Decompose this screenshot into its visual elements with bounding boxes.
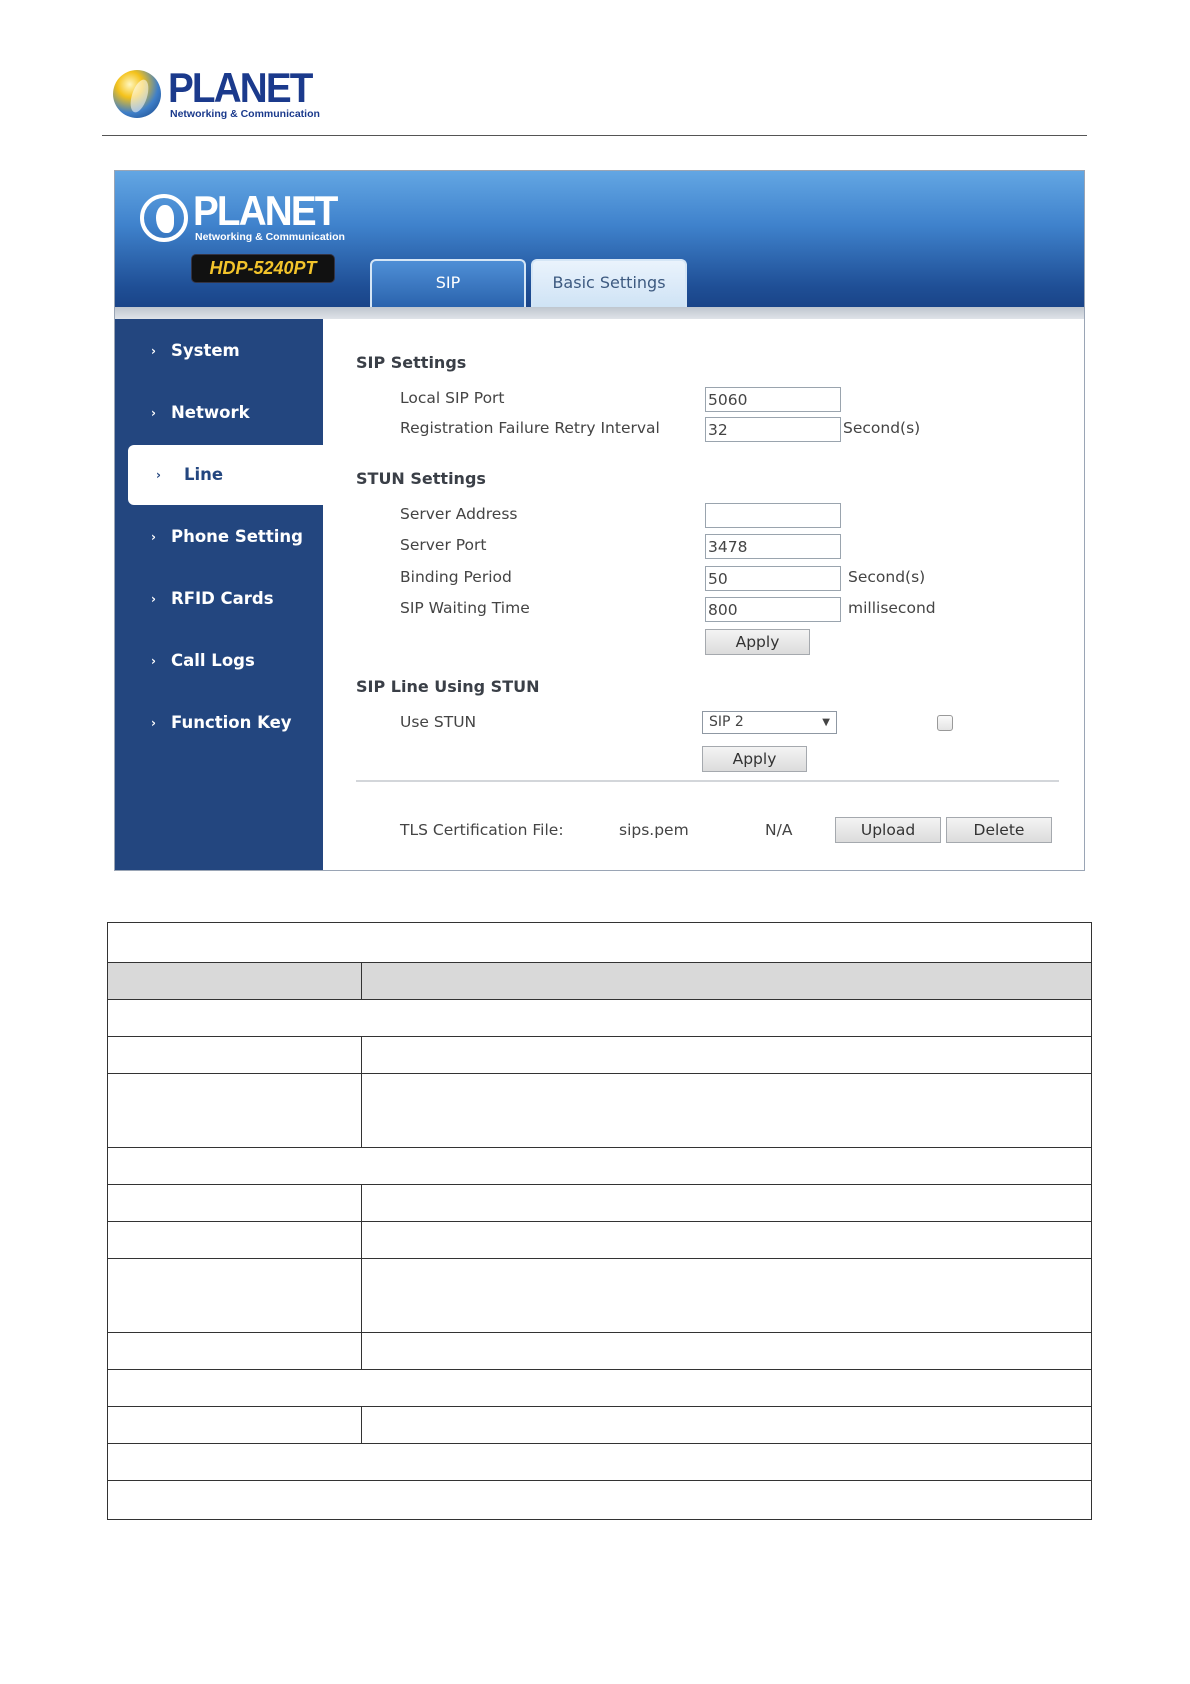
stun-settings-title: STUN Settings [356,469,486,488]
sip-settings-title: SIP Settings [356,353,467,372]
table-row [108,1333,1091,1370]
sidebar-item-function-key[interactable]: › Function Key [115,693,323,753]
server-port-input[interactable] [705,534,841,559]
delete-button[interactable]: Delete [946,817,1052,843]
sidebar-item-network[interactable]: › Network [115,383,323,443]
chevron-right-icon: › [151,716,156,730]
chevron-right-icon: › [151,530,156,544]
ui-tagline: Networking & Communication [195,231,345,243]
tab-basic-settings[interactable]: Basic Settings [531,259,687,307]
table-section-row [108,1000,1091,1037]
web-ui-screenshot: PLANET Networking & Communication HDP-52… [114,170,1085,871]
ui-logo: PLANET Networking & Communication [140,187,345,247]
chevron-right-icon: › [156,468,161,482]
parameter-table [107,922,1092,1520]
sip-line-select[interactable]: SIP 2 ▼ [702,711,837,734]
dropdown-arrow-icon: ▼ [822,717,830,728]
upload-button[interactable]: Upload [835,817,941,843]
table-row [108,1074,1091,1148]
retry-interval-label: Registration Failure Retry Interval [400,419,660,437]
sidebar-item-rfid-cards[interactable]: › RFID Cards [115,569,323,629]
table-row [108,1037,1091,1074]
binding-period-unit: Second(s) [848,568,926,586]
sidebar-item-line[interactable]: › Line [128,445,323,505]
table-section-row [108,1481,1091,1519]
sidebar: › System › Network › Line › Phone Setting › R… [115,319,323,870]
tls-cert-label: TLS Certification File: [400,821,564,839]
sip-waiting-time-label: SIP Waiting Time [400,599,530,617]
chevron-right-icon: › [151,592,156,606]
table-row [108,1222,1091,1259]
use-stun-label: Use STUN [400,713,477,731]
tls-cert-status: N/A [765,821,793,839]
table-title-row [108,923,1091,963]
local-sip-port-input[interactable] [705,387,841,412]
sidebar-item-call-logs[interactable]: › Call Logs [115,631,323,691]
use-stun-checkbox[interactable] [937,715,953,731]
table-row [108,1407,1091,1444]
ui-brand: PLANET [193,187,338,234]
document-tagline: Networking & Communication [170,108,320,120]
sip-waiting-time-unit: millisecond [848,599,936,617]
planet-logo-icon [140,194,188,242]
sidebar-item-phone-setting[interactable]: › Phone Setting [115,507,323,567]
globe-icon [113,70,161,118]
document-logo: PLANET Networking & Communication [113,64,320,124]
tls-cert-filename: sips.pem [619,821,689,839]
binding-period-label: Binding Period [400,568,512,586]
retry-interval-unit: Second(s) [843,419,921,437]
banner-strip [115,307,1084,319]
table-row [108,1259,1091,1333]
line-apply-button[interactable]: Apply [702,746,807,772]
binding-period-input[interactable] [705,566,841,591]
header-divider [102,135,1087,136]
chevron-right-icon: › [151,406,156,420]
ui-banner: PLANET Networking & Communication HDP-52… [115,171,1084,307]
stun-apply-button[interactable]: Apply [705,629,810,655]
local-sip-port-label: Local SIP Port [400,389,505,407]
tab-sip[interactable]: SIP [370,259,526,307]
table-section-row [108,1370,1091,1407]
chevron-right-icon: › [151,344,156,358]
document-brand: PLANET [168,64,313,111]
sidebar-item-system[interactable]: › System [115,321,323,381]
settings-panel: SIP Settings Local SIP Port Registration… [323,319,1084,870]
section-divider [356,780,1059,782]
table-row [108,1185,1091,1222]
sip-line-stun-title: SIP Line Using STUN [356,677,540,696]
retry-interval-input[interactable] [705,417,841,442]
server-address-input[interactable] [705,503,841,528]
chevron-right-icon: › [151,654,156,668]
server-port-label: Server Port [400,536,487,554]
model-badge: HDP-5240PT [192,255,334,282]
server-address-label: Server Address [400,505,518,523]
sip-waiting-time-input[interactable] [705,597,841,622]
table-section-row [108,1444,1091,1481]
table-header-row [108,963,1091,1000]
table-section-row [108,1148,1091,1185]
